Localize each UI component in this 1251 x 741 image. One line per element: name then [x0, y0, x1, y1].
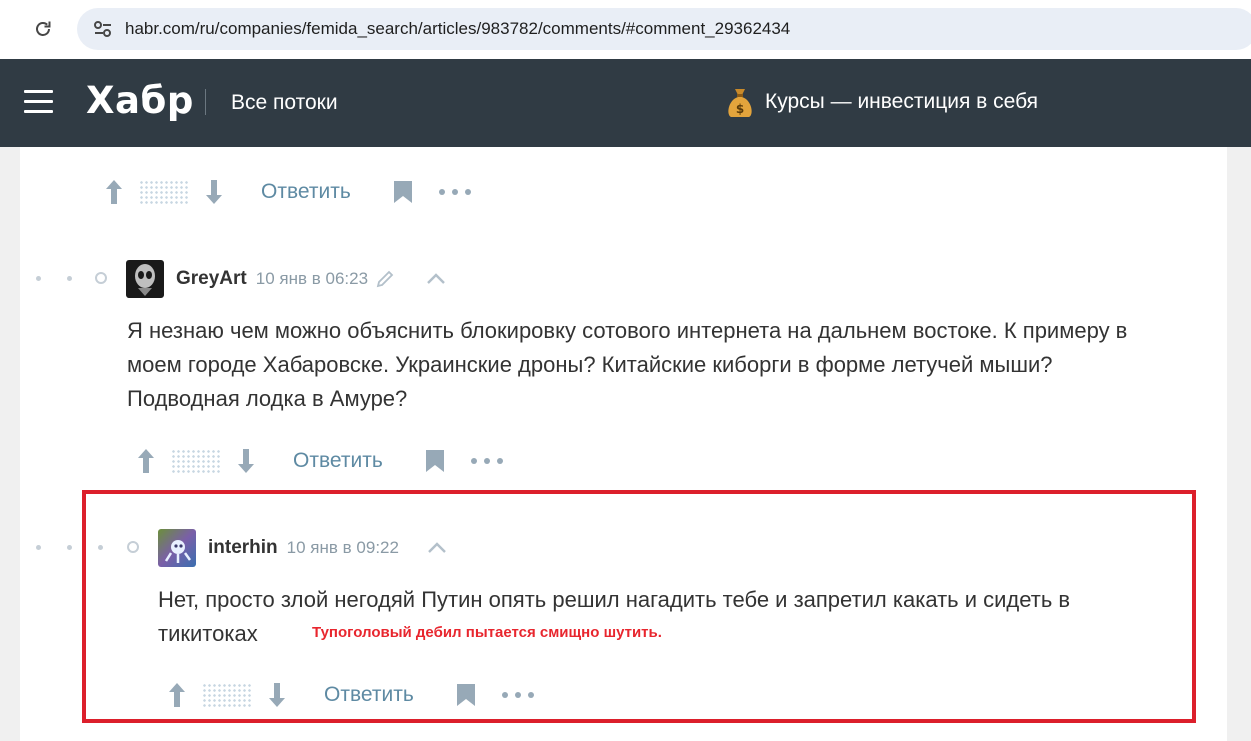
- bookmark-button[interactable]: [393, 179, 413, 205]
- pencil-icon: [376, 269, 396, 289]
- comment-header: GreyArt 10 янв в 06:23: [126, 259, 448, 299]
- more-options-button[interactable]: [470, 451, 503, 471]
- comment-line: Подводная лодка в Амуре?: [127, 386, 408, 411]
- thread-line-dot: [67, 545, 72, 550]
- bookmark-icon: [425, 450, 444, 472]
- reply-button[interactable]: Ответить: [261, 180, 351, 204]
- comment-time[interactable]: 10 янв в 06:23: [256, 269, 368, 289]
- chevron-up-icon[interactable]: [426, 272, 448, 286]
- url-text[interactable]: habr.com/ru/companies/femida_search/arti…: [125, 19, 790, 39]
- all-streams-link[interactable]: Все потоки: [231, 91, 338, 115]
- reply-button[interactable]: Ответить: [293, 449, 383, 473]
- thread-line-dot: [36, 276, 41, 281]
- thread-line-dot: [36, 545, 41, 550]
- highlight-box: [82, 490, 1196, 723]
- avatar[interactable]: [126, 260, 164, 298]
- reload-icon: [36, 21, 51, 36]
- address-bar[interactable]: habr.com/ru/companies/femida_search/arti…: [77, 8, 1251, 50]
- money-bag-icon: $: [728, 89, 752, 117]
- courses-promo-link[interactable]: $ Курсы — инвестиция в себя: [725, 85, 1038, 119]
- site-header: Хабр Все потоки $ Курсы — инвестиция в с…: [0, 59, 1251, 147]
- downvote-button[interactable]: [233, 446, 259, 476]
- annotation-text: Тупоголовый дебил пытается смищно шутить…: [312, 624, 662, 641]
- comment-line: моем городе Хабаровске. Украинские дроны…: [127, 352, 1053, 377]
- downvote-button[interactable]: [201, 177, 227, 207]
- arrow-down-icon: [206, 180, 222, 204]
- thread-node-marker: [95, 272, 107, 284]
- thread-line-dot: [67, 276, 72, 281]
- comment-actions: Ответить: [133, 441, 503, 481]
- site-settings-icon[interactable]: [83, 8, 123, 50]
- comment-author[interactable]: GreyArt: [176, 268, 247, 290]
- hidden-score: [139, 180, 189, 204]
- reload-button[interactable]: [26, 14, 60, 44]
- bookmark-icon: [393, 181, 412, 203]
- site-logo[interactable]: Хабр: [86, 79, 194, 122]
- menu-icon[interactable]: [24, 90, 54, 114]
- svg-text:$: $: [736, 102, 744, 116]
- bookmark-button[interactable]: [425, 448, 445, 474]
- comment-text: Я незнаю чем можно объяснить блокировку …: [127, 314, 1207, 416]
- arrow-up-icon: [106, 180, 122, 204]
- comment-line: Я незнаю чем можно объяснить блокировку …: [127, 318, 1128, 343]
- more-options-button[interactable]: [438, 182, 471, 202]
- promo-label: Курсы — инвестиция в себя: [765, 90, 1039, 113]
- hidden-score: [171, 449, 221, 473]
- arrow-up-icon: [138, 449, 154, 473]
- header-divider: [205, 89, 206, 115]
- comment-actions: Ответить: [101, 172, 471, 212]
- upvote-button[interactable]: [133, 446, 159, 476]
- browser-toolbar: habr.com/ru/companies/femida_search/arti…: [0, 0, 1251, 59]
- upvote-button[interactable]: [101, 177, 127, 207]
- arrow-down-icon: [238, 449, 254, 473]
